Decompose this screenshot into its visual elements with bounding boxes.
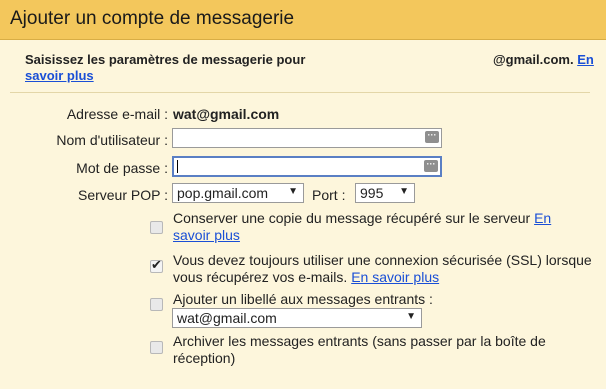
intro-domain: @gmail.com. bbox=[493, 52, 574, 67]
port-select[interactable]: 995 ▼ bbox=[355, 183, 415, 203]
port-value: 995 bbox=[360, 185, 384, 201]
dialog-title-text: Ajouter un compte de messagerie bbox=[10, 8, 295, 29]
label-checkbox[interactable] bbox=[150, 298, 163, 311]
pop-server-value: pop.gmail.com bbox=[177, 185, 269, 201]
pop-server-label: Serveur POP : bbox=[77, 187, 168, 203]
intro-text: Saisissez les paramètres de messagerie p… bbox=[25, 52, 306, 67]
keep-copy-text: Conserver une copie du message récupéré … bbox=[173, 210, 593, 244]
chevron-down-icon: ▼ bbox=[399, 186, 409, 197]
intro-learn-more-link-start[interactable]: En bbox=[577, 52, 594, 67]
check-icon: ✔ bbox=[151, 257, 162, 272]
ssl-learn-more-link[interactable]: En savoir plus bbox=[351, 269, 439, 285]
username-field[interactable]: ··· bbox=[172, 128, 442, 148]
keep-copy-checkbox[interactable] bbox=[150, 221, 163, 234]
password-manager-icon[interactable]: ··· bbox=[424, 160, 438, 172]
password-label: Mot de passe : bbox=[76, 160, 168, 176]
chevron-down-icon: ▼ bbox=[406, 311, 416, 322]
pop-server-select[interactable]: pop.gmail.com ▼ bbox=[172, 183, 304, 203]
intro-learn-more-link[interactable]: savoir plus bbox=[25, 68, 94, 83]
chevron-down-icon: ▼ bbox=[288, 186, 298, 197]
ssl-checkbox[interactable]: ✔ bbox=[150, 257, 163, 273]
keep-copy-learn-more-link[interactable]: savoir plus bbox=[173, 227, 240, 243]
intro-block: Saisissez les paramètres de messagerie p… bbox=[25, 52, 595, 92]
email-label: Adresse e-mail : bbox=[66, 106, 168, 122]
text-caret bbox=[177, 160, 178, 173]
password-manager-icon[interactable]: ··· bbox=[425, 131, 439, 143]
label-select[interactable]: wat@gmail.com ▼ bbox=[172, 308, 422, 328]
dialog-title: Ajouter un compte de messagerie bbox=[0, 0, 606, 40]
password-field[interactable]: ··· bbox=[172, 156, 442, 177]
label-option-text: Ajouter un libellé aux messages entrants… bbox=[173, 291, 433, 307]
label-select-value: wat@gmail.com bbox=[177, 310, 277, 326]
ssl-label-line2: vous récupérez vos e-mails. bbox=[173, 269, 348, 285]
port-label: Port : bbox=[312, 187, 346, 203]
archive-text: Archiver les messages entrants (sans pas… bbox=[173, 333, 593, 367]
archive-checkbox[interactable] bbox=[150, 341, 163, 354]
intro-suffix: @gmail.com. En bbox=[493, 52, 594, 67]
settings-panel: Saisissez les paramètres de messagerie p… bbox=[0, 40, 606, 389]
keep-copy-label: Conserver une copie du message récupéré … bbox=[173, 210, 531, 226]
ssl-label-line1: Vous devez toujours utiliser une connexi… bbox=[173, 252, 592, 268]
divider bbox=[10, 92, 590, 93]
email-value: wat@gmail.com bbox=[173, 106, 280, 122]
username-label: Nom d'utilisateur : bbox=[56, 132, 168, 148]
archive-label-line2: réception) bbox=[173, 350, 236, 366]
keep-copy-learn-more-link-start[interactable]: En bbox=[534, 210, 551, 226]
archive-label-line1: Archiver les messages entrants (sans pas… bbox=[173, 333, 546, 349]
ssl-text: Vous devez toujours utiliser une connexi… bbox=[173, 252, 593, 286]
